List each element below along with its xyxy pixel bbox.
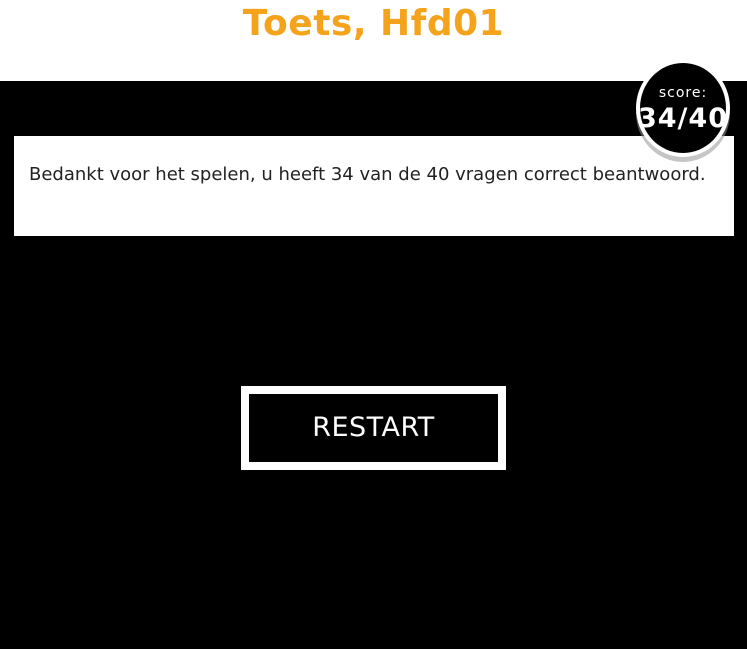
score-badge: score: 34/40 — [636, 59, 730, 157]
quiz-page: Toets, Hfd01 Bedankt voor het spelen, u … — [0, 0, 747, 649]
page-title: Toets, Hfd01 — [242, 3, 505, 44]
result-message: Bedankt voor het spelen, u heeft 34 van … — [29, 164, 706, 185]
score-value: 34/40 — [637, 103, 728, 134]
header: Toets, Hfd01 — [0, 0, 747, 81]
result-panel: Bedankt voor het spelen, u heeft 34 van … — [14, 136, 734, 236]
score-label: score: — [658, 85, 708, 101]
restart-button-label: RESTART — [312, 412, 435, 443]
restart-button[interactable]: RESTART — [241, 386, 506, 470]
